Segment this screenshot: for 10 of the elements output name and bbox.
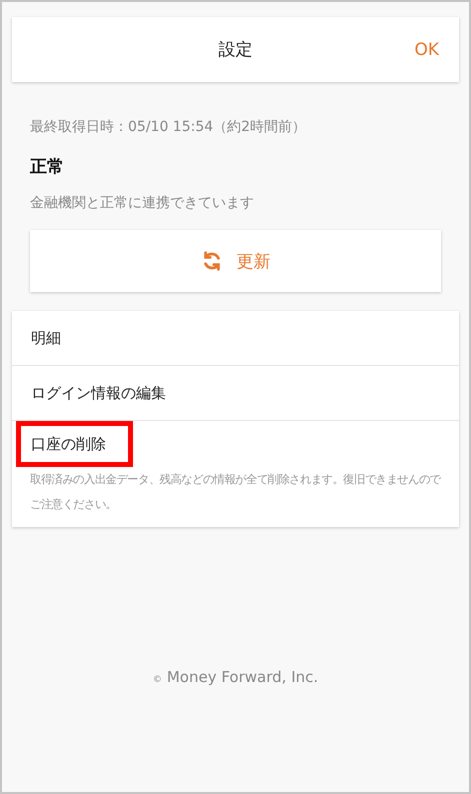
warning-note: 取得済みの入出金データ、残高などの情報が全て削除されます。復旧できませんのでご注意ください。 <box>29 472 442 513</box>
status-message: 金融機関と正常に連携できています <box>30 194 255 212</box>
menu-item[interactable]: 明細 <box>31 329 61 347</box>
copyright-mark: © <box>152 675 162 685</box>
page-title: 設定 <box>218 39 252 61</box>
last-fetched-text: 最終取得日時：05/10 15:54（約2時間前） <box>30 118 308 136</box>
company-name: Money Forward, Inc. <box>166 668 318 686</box>
status-heading: 正常 <box>30 156 65 178</box>
menu-item[interactable]: 口座の削除 <box>31 435 106 453</box>
menu-item[interactable]: ログイン情報の編集 <box>31 384 166 402</box>
